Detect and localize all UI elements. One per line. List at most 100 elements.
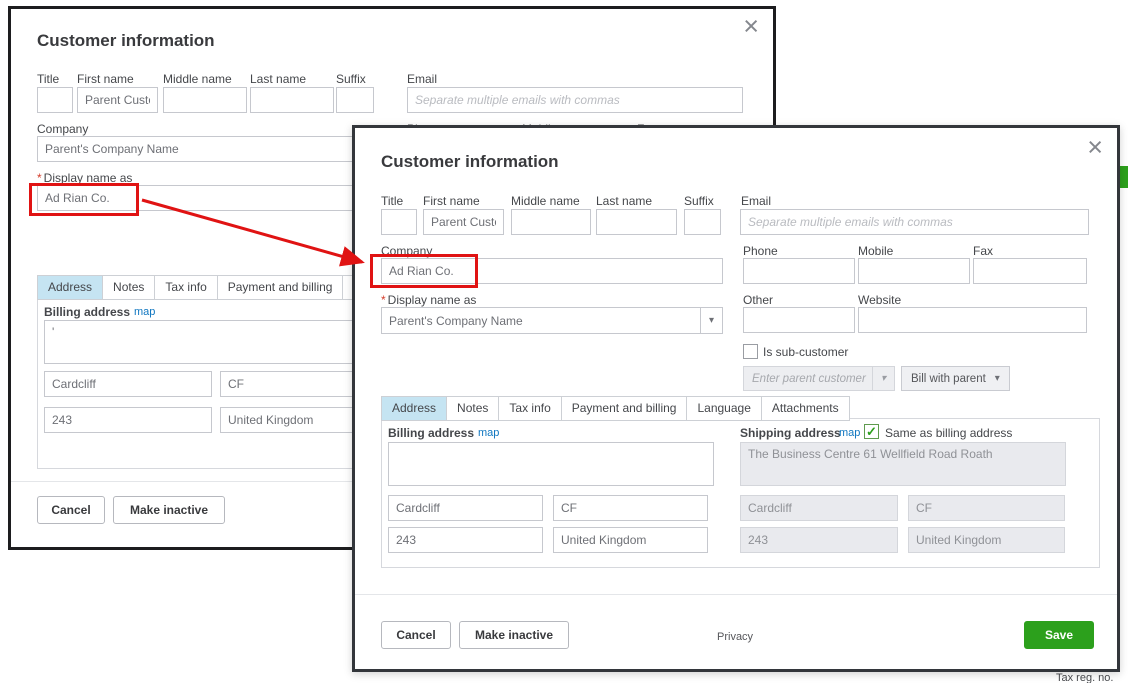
same-as-billing-label: Same as billing address [885, 426, 1013, 440]
dialog-title: Customer information [381, 152, 559, 171]
company-label: Company [381, 244, 433, 258]
email-label: Email [407, 72, 438, 86]
chevron-down-icon: ▾ [994, 373, 1000, 384]
fax-input[interactable] [973, 258, 1087, 284]
tab-language[interactable]: Language [686, 396, 762, 421]
background-tax-reg-label: Tax reg. no. [1056, 672, 1114, 683]
suffix-input[interactable] [336, 87, 374, 113]
title-input[interactable] [381, 209, 417, 235]
first-name-input[interactable] [77, 87, 158, 113]
email-input[interactable] [407, 87, 743, 113]
billing-city-input[interactable]: Cardcliff [44, 371, 212, 397]
billing-county-input[interactable]: CF [220, 371, 374, 397]
first-name-label: First name [423, 194, 480, 208]
parent-customer-select: Enter parent customer ▾ [743, 366, 895, 391]
customer-information-dialog-front: Customer information × Title First name … [352, 125, 1120, 672]
is-sub-customer-checkbox[interactable] [743, 344, 758, 359]
tab-attachments[interactable]: Attachments [760, 396, 850, 421]
last-name-input[interactable] [596, 209, 677, 235]
website-label: Website [858, 293, 902, 307]
display-name-input[interactable] [37, 185, 379, 211]
mobile-label: Mobile [858, 244, 894, 258]
shipping-county-field: CF [908, 495, 1065, 521]
billing-address-label: Billing address [388, 426, 475, 440]
title-label: Title [37, 72, 60, 86]
privacy-link[interactable]: Privacy [717, 631, 753, 643]
parent-customer-placeholder: Enter parent customer [752, 372, 866, 385]
company-input[interactable] [37, 136, 379, 162]
make-inactive-button[interactable]: Make inactive [113, 496, 225, 524]
middle-name-label: Middle name [163, 72, 232, 86]
billing-country-input[interactable]: United Kingdom [220, 407, 374, 433]
website-input[interactable] [858, 307, 1087, 333]
fax-label: Fax [973, 244, 994, 258]
shipping-postcode-field: 243 [740, 527, 898, 553]
billing-country-input[interactable]: United Kingdom [553, 527, 708, 553]
make-inactive-button[interactable]: Make inactive [459, 621, 569, 649]
save-button[interactable]: Save [1024, 621, 1094, 649]
footer-divider [355, 594, 1117, 595]
middle-name-input[interactable] [163, 87, 247, 113]
display-name-value: Parent's Company Name [389, 313, 523, 328]
email-label: Email [741, 194, 772, 208]
last-name-label: Last name [250, 72, 307, 86]
billing-county-input[interactable]: CF [553, 495, 708, 521]
dialog-title: Customer information [37, 31, 215, 50]
shipping-country-field: United Kingdom [908, 527, 1065, 553]
tab-payment-and-billing[interactable]: Payment and billing [560, 396, 688, 421]
billing-street-input[interactable]: ' [44, 320, 374, 364]
billing-postcode-input[interactable]: 243 [44, 407, 212, 433]
suffix-input[interactable] [684, 209, 721, 235]
first-name-label: First name [77, 72, 134, 86]
tab-address[interactable]: Address [381, 396, 448, 421]
tab-tax-info[interactable]: Tax info [498, 396, 562, 421]
tab-bar: Address Notes Tax info Payment and billi… [381, 396, 850, 421]
other-input[interactable] [743, 307, 855, 333]
last-name-input[interactable] [250, 87, 334, 113]
display-name-label-row: * Display name as [381, 293, 476, 307]
billing-street-input[interactable] [388, 442, 714, 486]
shipping-map-link[interactable]: map [839, 427, 860, 439]
bill-with-parent-select[interactable]: Bill with parent ▾ [901, 366, 1010, 391]
first-name-input[interactable] [423, 209, 504, 235]
is-sub-customer-label: Is sub-customer [763, 345, 849, 359]
billing-map-link[interactable]: map [478, 427, 499, 439]
phone-input[interactable] [743, 258, 855, 284]
screen: Tax reg. no. Customer information × Titl… [0, 0, 1128, 683]
tab-address[interactable]: Address [37, 275, 104, 300]
check-icon: ✓ [866, 424, 877, 439]
display-name-label-row: * Display name as [37, 171, 132, 185]
billing-postcode-input[interactable]: 243 [388, 527, 543, 553]
cancel-button[interactable]: Cancel [37, 496, 105, 524]
middle-name-label: Middle name [511, 194, 580, 208]
required-asterisk: * [381, 293, 386, 307]
display-name-label: Display name as [387, 293, 477, 307]
tab-tax-info[interactable]: Tax info [154, 275, 218, 300]
company-label: Company [37, 122, 89, 136]
mobile-input[interactable] [858, 258, 970, 284]
tab-notes[interactable]: Notes [102, 275, 156, 300]
display-name-label: Display name as [43, 171, 133, 185]
required-asterisk: * [37, 171, 42, 185]
tab-payment-and-billing[interactable]: Payment and billing [216, 275, 344, 300]
suffix-label: Suffix [684, 194, 714, 208]
close-icon[interactable]: × [743, 13, 759, 40]
billing-city-input[interactable]: Cardcliff [388, 495, 543, 521]
last-name-label: Last name [596, 194, 653, 208]
middle-name-input[interactable] [511, 209, 591, 235]
shipping-city-field: Cardcliff [740, 495, 898, 521]
phone-label: Phone [743, 244, 778, 258]
tab-notes[interactable]: Notes [446, 396, 500, 421]
suffix-label: Suffix [336, 72, 366, 86]
email-input[interactable] [740, 209, 1089, 235]
close-icon[interactable]: × [1087, 134, 1103, 161]
billing-map-link[interactable]: map [134, 306, 155, 318]
title-input[interactable] [37, 87, 73, 113]
display-name-select[interactable]: Parent's Company Name ▾ [381, 307, 723, 334]
other-label: Other [743, 293, 774, 307]
billing-address-label: Billing address [44, 305, 131, 319]
company-input[interactable] [381, 258, 723, 284]
cancel-button[interactable]: Cancel [381, 621, 451, 649]
title-label: Title [381, 194, 404, 208]
same-as-billing-checkbox[interactable]: ✓ [864, 424, 879, 439]
